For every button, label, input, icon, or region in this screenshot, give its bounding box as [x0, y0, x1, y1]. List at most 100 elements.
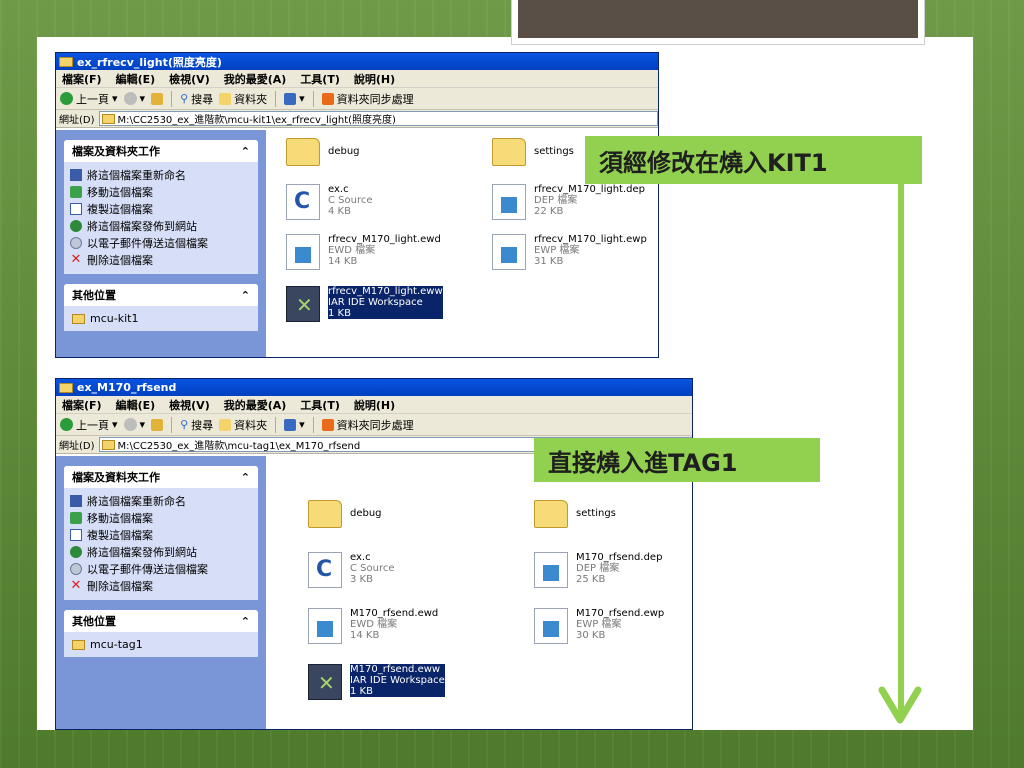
- other-places-header[interactable]: 其他位置 ⌃: [64, 610, 258, 632]
- collapse-icon[interactable]: ⌃: [241, 471, 250, 484]
- task-label: 以電子郵件傳送這個檔案: [87, 236, 208, 250]
- task-label: 複製這個檔案: [87, 528, 153, 542]
- back-arrow-icon: [60, 418, 73, 431]
- folders-label: 資料夾: [234, 418, 268, 432]
- menu-favorites[interactable]: 我的最愛(A): [224, 397, 287, 413]
- up-folder-icon[interactable]: [151, 418, 164, 431]
- collapse-icon[interactable]: ⌃: [241, 145, 250, 158]
- forward-button[interactable]: ▾: [123, 92, 145, 105]
- address-input[interactable]: M:\CC2530_ex_進階款\mcu-kit1\ex_rfrecv_ligh…: [98, 111, 658, 126]
- task-email[interactable]: 以電子郵件傳送這個檔案: [70, 560, 252, 577]
- callout-modify-kit1: 須經修改在燒入KIT1: [585, 136, 922, 184]
- file-item-dep[interactable]: M170_rfsend.dep DEP 檔案 25 KB: [534, 552, 662, 588]
- file-item-ewd[interactable]: M170_rfsend.ewd EWD 檔案 14 KB: [308, 608, 438, 644]
- file-item-ex-c[interactable]: C ex.c C Source 4 KB: [286, 184, 373, 220]
- iar-workspace-icon: [286, 286, 320, 322]
- search-button[interactable]: ⚲ 搜尋: [180, 417, 213, 433]
- file-item-settings[interactable]: settings: [492, 134, 574, 166]
- file-item-debug[interactable]: debug: [308, 496, 382, 528]
- file-item-debug[interactable]: debug: [286, 134, 360, 166]
- forward-arrow-icon: [123, 418, 137, 431]
- toolbar-divider: [171, 90, 173, 107]
- menu-help[interactable]: 說明(H): [354, 71, 395, 87]
- window-title: ex_M170_rfsend: [77, 381, 177, 394]
- menu-edit[interactable]: 編輯(E): [116, 71, 156, 87]
- task-email[interactable]: 以電子郵件傳送這個檔案: [70, 234, 252, 251]
- other-places-header[interactable]: 其他位置 ⌃: [64, 284, 258, 306]
- file-name: settings: [576, 508, 616, 519]
- menu-tools[interactable]: 工具(T): [300, 397, 340, 413]
- file-name: rfrecv_M170_light.ewp: [534, 234, 647, 245]
- file-size: 14 KB: [328, 256, 358, 267]
- views-button[interactable]: ▾: [284, 418, 305, 431]
- file-type: C Source: [328, 195, 373, 206]
- back-label: 上一頁: [76, 92, 109, 106]
- explorer-window-kit1: ex_rfrecv_light(照度亮度) 檔案(F) 編輯(E) 檢視(V) …: [55, 52, 659, 358]
- views-button[interactable]: ▾: [284, 92, 305, 105]
- file-item-ewp[interactable]: rfrecv_M170_light.ewp EWP 檔案 31 KB: [492, 234, 647, 270]
- menu-file[interactable]: 檔案(F): [62, 71, 102, 87]
- folders-button[interactable]: 資料夾: [219, 91, 267, 107]
- file-item-ewp[interactable]: M170_rfsend.ewp EWP 檔案 30 KB: [534, 608, 664, 644]
- file-item-dep[interactable]: rfrecv_M170_light.dep DEP 檔案 22 KB: [492, 184, 645, 220]
- callout-burn-tag1: 直接燒入進TAG1: [534, 438, 820, 482]
- back-button[interactable]: 上一頁 ▾: [60, 91, 118, 107]
- back-button[interactable]: 上一頁 ▾: [60, 417, 118, 433]
- search-icon: ⚲: [180, 418, 189, 431]
- address-label: 網址(D): [59, 115, 95, 126]
- file-item-eww[interactable]: rfrecv_M170_light.eww IAR IDE Workspace …: [286, 286, 443, 322]
- folder-icon: [101, 113, 115, 124]
- file-item-eww[interactable]: M170_rfsend.eww IAR IDE Workspace 1 KB: [308, 664, 445, 700]
- file-tasks-header[interactable]: 檔案及資料夾工作 ⌃: [64, 466, 258, 488]
- other-places-title: 其他位置: [72, 615, 116, 628]
- menu-edit[interactable]: 編輯(E): [116, 397, 156, 413]
- folders-button[interactable]: 資料夾: [219, 417, 267, 433]
- title-bar[interactable]: ex_M170_rfsend: [56, 379, 692, 396]
- menu-tools[interactable]: 工具(T): [300, 71, 340, 87]
- forward-button[interactable]: ▾: [123, 418, 145, 431]
- sync-button[interactable]: 資料夾同步處理: [321, 91, 414, 107]
- collapse-icon[interactable]: ⌃: [241, 615, 250, 628]
- search-button[interactable]: ⚲ 搜尋: [180, 91, 213, 107]
- menu-view[interactable]: 檢視(V): [169, 71, 210, 87]
- sync-button[interactable]: 資料夾同步處理: [321, 417, 414, 433]
- publish-web-icon: [70, 219, 82, 232]
- title-bar[interactable]: ex_rfrecv_light(照度亮度): [56, 53, 658, 70]
- file-size: 25 KB: [576, 574, 606, 585]
- menu-file[interactable]: 檔案(F): [62, 397, 102, 413]
- task-delete[interactable]: ✕ 刪除這個檔案: [70, 577, 252, 594]
- task-copy[interactable]: 複製這個檔案: [70, 526, 252, 543]
- task-delete[interactable]: ✕ 刪除這個檔案: [70, 251, 252, 268]
- collapse-icon[interactable]: ⌃: [241, 289, 250, 302]
- other-places-panel: 其他位置 ⌃ mcu-tag1: [64, 610, 258, 657]
- task-rename[interactable]: 將這個檔案重新命名: [70, 166, 252, 183]
- task-copy[interactable]: 複製這個檔案: [70, 200, 252, 217]
- task-move[interactable]: 移動這個檔案: [70, 509, 252, 526]
- other-place-link[interactable]: mcu-kit1: [64, 306, 258, 331]
- other-place-link[interactable]: mcu-tag1: [64, 632, 258, 657]
- file-tasks-list: 將這個檔案重新命名 移動這個檔案 複製這個檔案 將這個檔案發佈到網站 以電子郵件…: [64, 488, 258, 600]
- task-publish[interactable]: 將這個檔案發佈到網站: [70, 217, 252, 234]
- folder-icon: [286, 138, 320, 166]
- delete-icon: ✕: [70, 251, 82, 267]
- file-tasks-panel: 檔案及資料夾工作 ⌃ 將這個檔案重新命名 移動這個檔案 複製這個檔案 將這個檔案…: [64, 140, 258, 274]
- menu-view[interactable]: 檢視(V): [169, 397, 210, 413]
- menu-help[interactable]: 說明(H): [354, 397, 395, 413]
- file-tasks-header[interactable]: 檔案及資料夾工作 ⌃: [64, 140, 258, 162]
- up-folder-icon[interactable]: [151, 92, 164, 105]
- document-icon: [492, 184, 526, 220]
- file-item-ex-c[interactable]: C ex.c C Source 3 KB: [308, 552, 395, 588]
- menu-favorites[interactable]: 我的最愛(A): [224, 71, 287, 87]
- task-publish[interactable]: 將這個檔案發佈到網站: [70, 543, 252, 560]
- file-tasks-panel: 檔案及資料夾工作 ⌃ 將這個檔案重新命名 移動這個檔案 複製這個檔案 將這個檔案…: [64, 466, 258, 600]
- c-source-icon: C: [286, 184, 320, 220]
- document-icon: [308, 608, 342, 644]
- file-item-ewd[interactable]: rfrecv_M170_light.ewd EWD 檔案 14 KB: [286, 234, 441, 270]
- task-rename[interactable]: 將這個檔案重新命名: [70, 492, 252, 509]
- callout-text: 直接燒入進TAG1: [548, 448, 738, 477]
- file-item-settings[interactable]: settings: [534, 496, 616, 528]
- iar-workspace-icon: [308, 664, 342, 700]
- folder-icon: [308, 500, 342, 528]
- toolbar-divider: [171, 416, 173, 433]
- task-move[interactable]: 移動這個檔案: [70, 183, 252, 200]
